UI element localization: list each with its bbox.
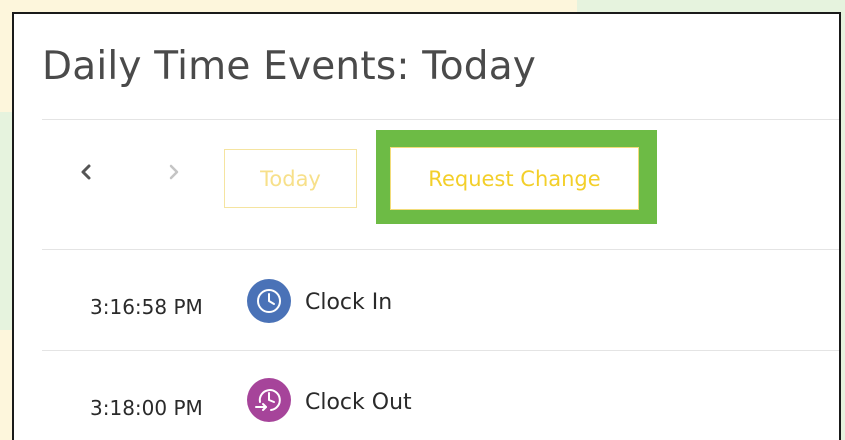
title-divider: [42, 119, 839, 120]
today-button[interactable]: Today: [224, 149, 357, 208]
request-change-button[interactable]: Request Change: [390, 147, 639, 210]
toolbar-divider: [42, 249, 839, 250]
chevron-right-icon: [169, 164, 179, 180]
clock-icon: [247, 279, 291, 323]
event-label: Clock Out: [305, 390, 412, 415]
event-time: 3:18:00 PM: [90, 396, 203, 420]
chevron-left-icon: [81, 164, 91, 180]
event-time: 3:16:58 PM: [90, 295, 203, 319]
event-label: Clock In: [305, 290, 393, 315]
next-day-button[interactable]: [160, 158, 188, 186]
page-title: Daily Time Events: Today: [42, 44, 537, 89]
time-events-panel: Daily Time Events: Today Today Request C…: [12, 12, 841, 440]
previous-day-button[interactable]: [72, 158, 100, 186]
event-divider: [42, 350, 839, 351]
clock-out-icon: [247, 378, 291, 422]
